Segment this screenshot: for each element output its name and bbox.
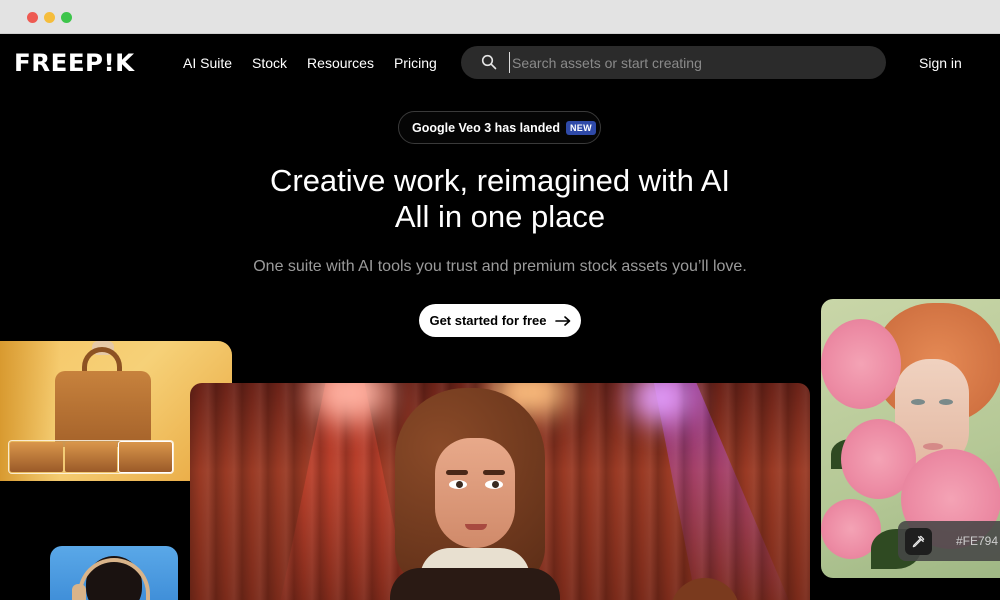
hero-subtitle: One suite with AI tools you trust and pr… [253,258,747,275]
eyedropper-icon [912,535,925,547]
hero-title-line-2: All in one place [394,199,606,234]
get-started-label: Get started for free [429,313,547,328]
headphones-showcase-image [50,546,178,600]
freepik-logo[interactable]: FREEP!K [14,49,135,77]
portrait-eye [939,399,953,405]
nav-link-stock[interactable]: Stock [252,54,287,72]
character-brow [483,470,505,475]
headphones-ear-cup [72,584,86,600]
portrait-flower [821,319,901,409]
character-face [435,438,515,548]
color-picker-chip[interactable]: #FE794 [898,521,1000,561]
arrow-right-icon [554,315,570,326]
headphones-band [78,558,150,600]
character-showcase-image [190,383,810,600]
character-eye [485,480,503,489]
get-started-button[interactable]: Get started for free [419,304,581,337]
variation-thumbnails [8,440,174,474]
variation-thumbnail[interactable] [10,442,63,472]
nav-links: AI Suite Stock Resources Pricing [183,54,437,72]
bag-body [55,371,151,447]
portrait-eye [911,399,925,405]
nav-link-pricing[interactable]: Pricing [394,54,437,72]
character-pupil [492,481,499,488]
announcement-text: Google Veo 3 has landed [412,120,560,135]
character-brow [446,470,468,475]
top-navbar: FREEP!K AI Suite Stock Resources Pricing… [0,34,1000,92]
hero-title-line-1: Creative work, reimagined with AI [269,163,731,198]
nav-link-resources[interactable]: Resources [307,54,374,72]
announcement-pill[interactable]: Google Veo 3 has landed NEW [398,111,601,144]
window-minimize-button[interactable] [44,12,55,23]
character-jacket [390,568,560,600]
search-icon [481,54,497,70]
nav-link-ai-suite[interactable]: AI Suite [183,54,232,72]
search-input[interactable] [509,52,869,73]
hero-title: Creative work, reimagined with AI All in… [0,163,1000,235]
character-mouth [465,524,487,530]
new-badge: NEW [565,120,596,135]
search-bar[interactable] [461,46,886,79]
eyedropper-button[interactable] [905,527,932,555]
sign-in-link[interactable]: Sign in [919,54,962,72]
variation-thumbnail-selected[interactable] [118,441,174,473]
browser-chrome [0,0,1000,34]
window-close-button[interactable] [27,12,38,23]
color-hex-value: #FE794 [956,534,999,548]
portrait-lips [923,443,943,450]
character-eye [449,480,467,489]
variation-thumbnail[interactable] [64,442,118,472]
window-maximize-button[interactable] [61,12,72,23]
character-pupil [456,481,463,488]
